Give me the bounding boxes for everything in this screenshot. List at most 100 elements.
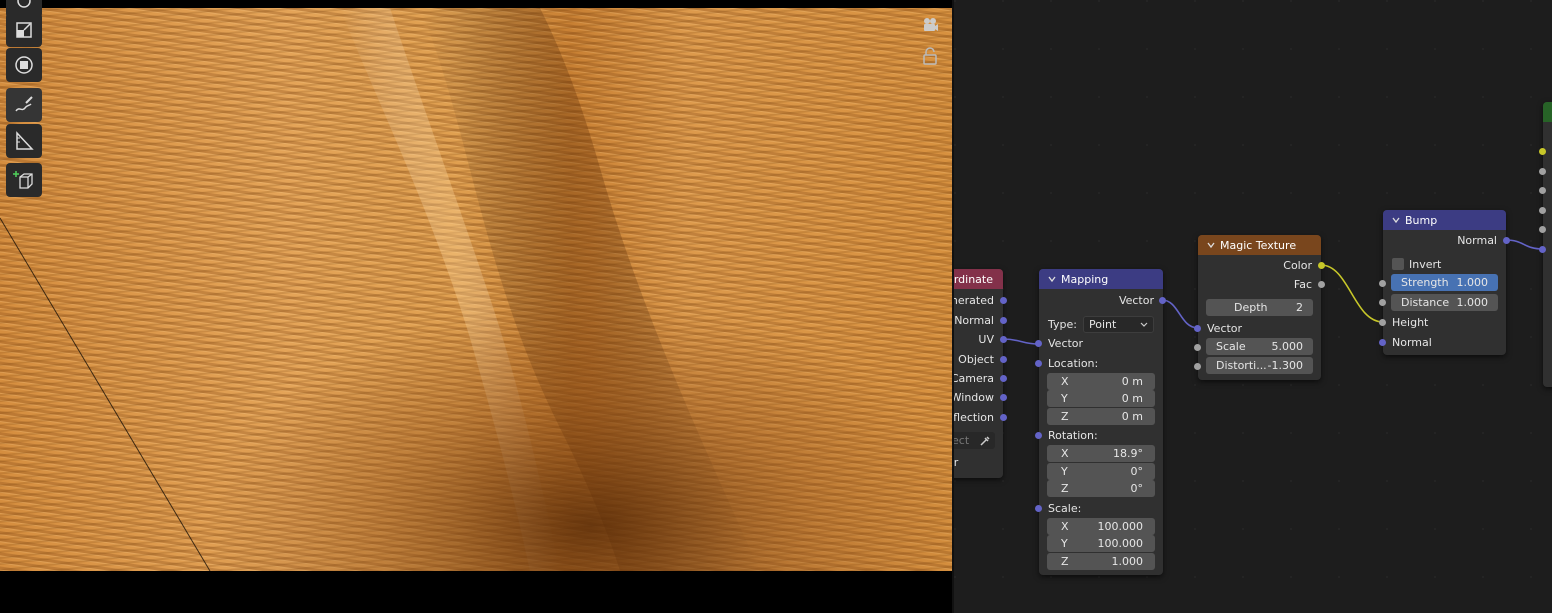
shader-header[interactable] [1543, 102, 1552, 122]
mapping-header[interactable]: Mapping [1039, 269, 1163, 289]
value-text: X [1061, 520, 1069, 533]
value-text: 0 m [1121, 375, 1143, 388]
socket-object[interactable] [1000, 356, 1007, 363]
bump-normal-in-socket[interactable] [1379, 339, 1386, 346]
value-text: UV [978, 332, 994, 346]
socket-normal[interactable] [1000, 317, 1007, 324]
object-picker-field[interactable]: bject [954, 432, 995, 449]
distance-field[interactable]: Distance 1.000 [1391, 294, 1498, 311]
mapping-vector-in-socket[interactable] [1035, 340, 1042, 347]
rendered-fabric-preview [0, 8, 952, 571]
value-text: Z [1061, 410, 1069, 423]
value-text: 100.000 [1097, 520, 1144, 533]
value-text: 18.9° [1113, 447, 1143, 460]
location-y-field[interactable]: Y 0 m [1047, 390, 1155, 407]
collapse-chevron-icon[interactable] [1391, 215, 1401, 225]
magic-color-socket[interactable] [1318, 262, 1325, 269]
value-text: 0 m [1121, 392, 1143, 405]
magic-distortion-socket[interactable] [1194, 363, 1201, 370]
value-text: 1.000 [1456, 276, 1489, 289]
shader-input-socket-2[interactable] [1539, 187, 1546, 194]
3d-viewport[interactable] [0, 0, 952, 613]
magic-vector-socket[interactable] [1194, 325, 1201, 332]
measure-tool[interactable] [6, 124, 42, 158]
value-text: Fac [1293, 277, 1312, 291]
rotate-icon [17, 0, 31, 8]
magic-fac-socket[interactable] [1318, 281, 1325, 288]
collapse-chevron-icon[interactable] [1047, 274, 1057, 284]
eyedropper-icon[interactable] [979, 435, 991, 447]
annotate-tool[interactable] [6, 88, 42, 122]
output-reflection: eflection [954, 408, 1003, 426]
transform-tool[interactable] [6, 48, 42, 82]
socket-window[interactable] [1000, 394, 1007, 401]
value-text: ncer [954, 455, 959, 469]
socket-uv[interactable] [1000, 336, 1007, 343]
magic-header[interactable]: Magic Texture [1198, 235, 1321, 255]
shader-normal-socket[interactable] [1539, 246, 1546, 253]
value-text: Scale: [1048, 501, 1082, 515]
shader-node-editor[interactable]: ordinate enerated Normal UV Object Camer… [954, 0, 1552, 613]
from-instancer-option[interactable]: ncer [954, 453, 1003, 471]
shader-input-socket-1[interactable] [1539, 168, 1546, 175]
scale-y-field[interactable]: Y 100.000 [1047, 535, 1155, 552]
depth-field[interactable]: Depth 2 [1206, 299, 1313, 316]
invert-label: Invert [1409, 257, 1442, 271]
mapping-node[interactable]: Mapping Vector Type: Point Vector Locati… [1039, 269, 1163, 575]
collapse-chevron-icon[interactable] [1206, 240, 1216, 250]
bump-normal-out-socket[interactable] [1503, 237, 1510, 244]
texcoord-header[interactable]: ordinate [954, 269, 1003, 289]
invert-checkbox[interactable] [1392, 258, 1404, 270]
bump-strength-socket[interactable] [1379, 280, 1386, 287]
value-text: Normal [1457, 233, 1497, 247]
value-text: 0° [1130, 465, 1144, 478]
scale-x-field[interactable]: X 100.000 [1047, 518, 1155, 535]
socket-generated[interactable] [1000, 297, 1007, 304]
mapping-type-dropdown[interactable]: Point [1083, 316, 1154, 333]
rotation-y-field[interactable]: Y 0° [1047, 463, 1155, 480]
strength-field[interactable]: Strength 1.000 [1391, 274, 1498, 291]
output-generated: enerated [954, 291, 1003, 309]
mapping-vector-out-socket[interactable] [1159, 297, 1166, 304]
bump-input-height: Height [1383, 313, 1506, 331]
magic-scale-socket[interactable] [1194, 344, 1201, 351]
bump-title: Bump [1405, 213, 1438, 227]
value-text: bject [954, 434, 970, 447]
lock-camera-icon[interactable] [918, 44, 942, 68]
bump-header[interactable]: Bump [1383, 210, 1506, 230]
camera-view-icon[interactable] [918, 13, 942, 37]
scale-tool[interactable] [6, 13, 42, 47]
shader-input-socket-4[interactable] [1539, 226, 1546, 233]
value-text: Window [954, 390, 994, 404]
location-x-field[interactable]: X 0 m [1047, 373, 1155, 390]
location-z-field[interactable]: Z 0 m [1047, 408, 1155, 425]
value-text: enerated [954, 293, 994, 307]
magic-scale-field[interactable]: Scale 5.000 [1206, 338, 1313, 355]
bump-distance-socket[interactable] [1379, 299, 1386, 306]
mapping-scale-socket[interactable] [1035, 505, 1042, 512]
bump-height-socket[interactable] [1379, 319, 1386, 326]
value-text: Vector [1118, 293, 1154, 307]
value-text: Depth [1234, 301, 1268, 314]
shader-input-socket-3[interactable] [1539, 207, 1546, 214]
socket-reflection[interactable] [1000, 414, 1007, 421]
scale-label: Scale: [1039, 499, 1163, 517]
scale-z-field[interactable]: Z 1.000 [1047, 553, 1155, 570]
add-cube-tool[interactable] [6, 163, 42, 197]
distortion-field[interactable]: Distorti... -1.300 [1206, 357, 1313, 374]
shader-color-socket[interactable] [1539, 148, 1546, 155]
mapping-rotation-socket[interactable] [1035, 432, 1042, 439]
magic-texture-node[interactable]: Magic Texture Color Fac Depth 2 Vector Sc… [1198, 235, 1321, 380]
bump-node[interactable]: Bump Normal Invert Strength 1.000 Distanc… [1383, 210, 1506, 355]
output-window: Window [954, 388, 1003, 406]
socket-camera[interactable] [1000, 375, 1007, 382]
value-text: Strength [1401, 276, 1449, 289]
invert-checkbox-row[interactable]: Invert [1383, 255, 1506, 273]
rotation-x-field[interactable]: X 18.9° [1047, 445, 1155, 462]
shader-node-partial[interactable] [1543, 102, 1552, 387]
rotation-z-field[interactable]: Z 0° [1047, 480, 1155, 497]
magic-output-color: Color [1198, 256, 1321, 274]
value-text: X [1061, 375, 1069, 388]
texture-coordinate-node[interactable]: ordinate enerated Normal UV Object Camer… [954, 269, 1003, 478]
mapping-location-socket[interactable] [1035, 360, 1042, 367]
